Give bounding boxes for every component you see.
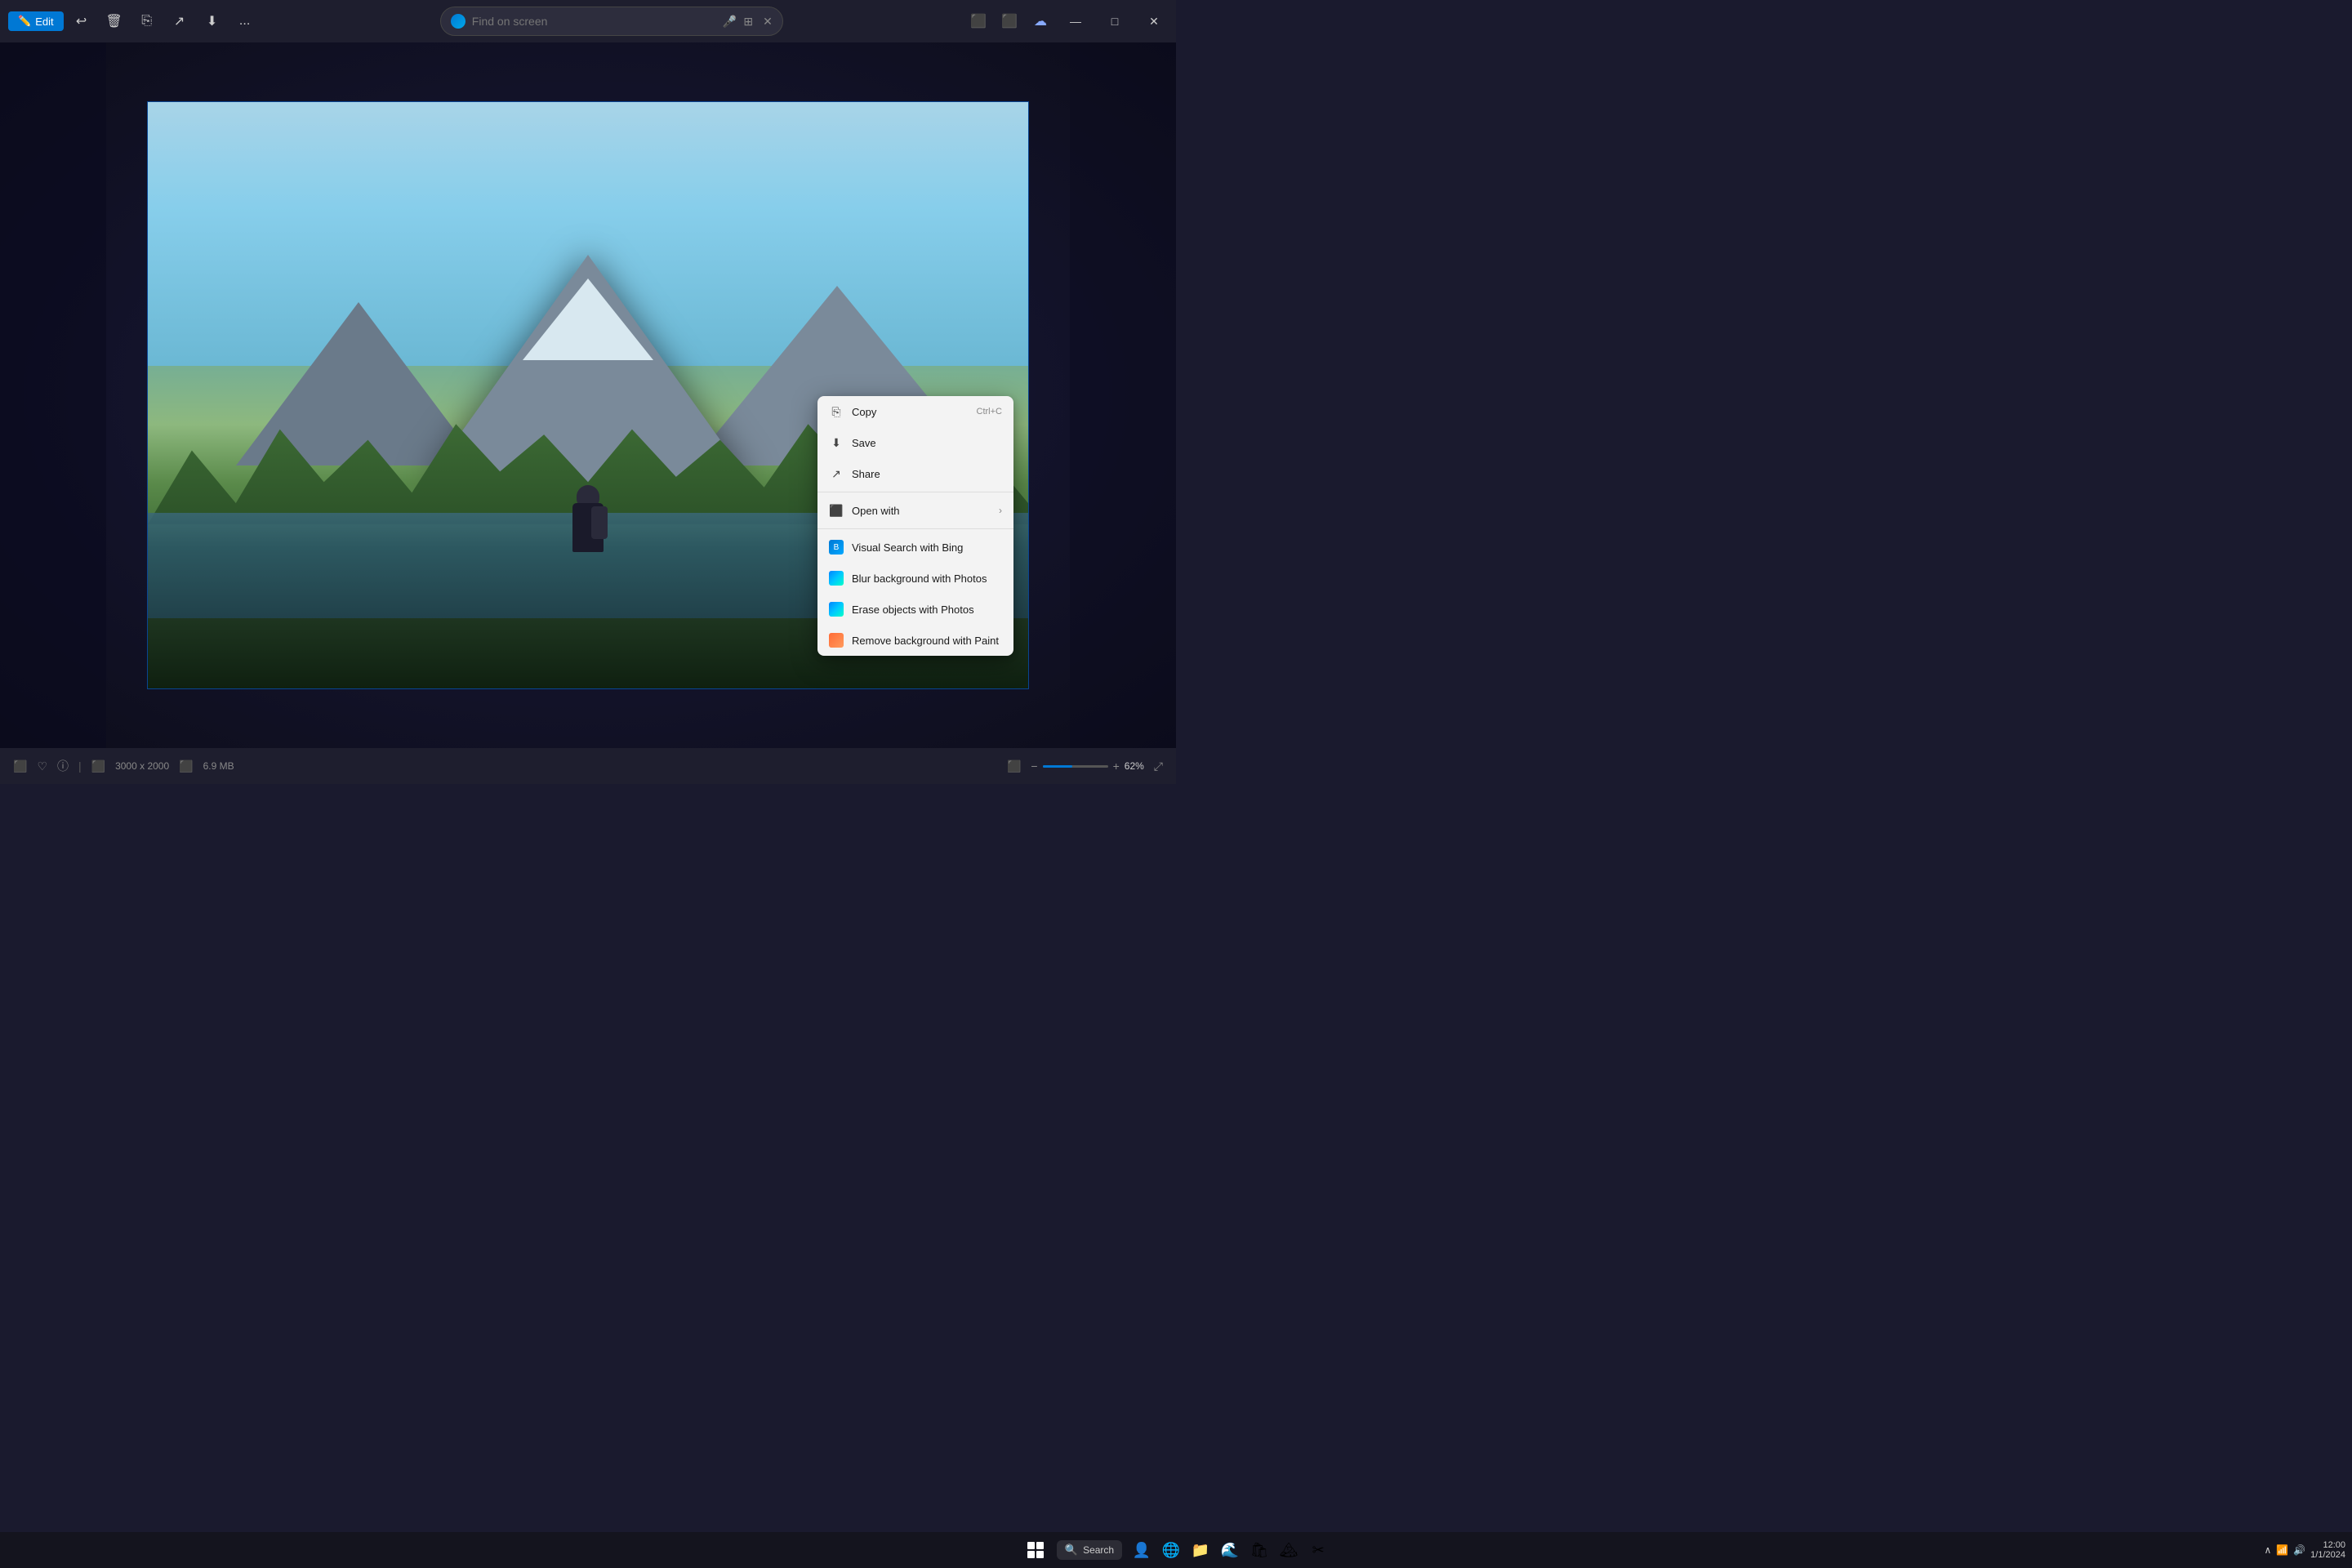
statusbar: ⬛ ♡ ⓘ | ⬛ 3000 x 2000 ⬛ 6.9 MB ⬛ − + 62%… xyxy=(0,748,1176,784)
person-silhouette xyxy=(564,485,612,583)
network-icon[interactable]: 📶 xyxy=(2276,1544,2288,1556)
zoom-out-button[interactable]: − xyxy=(1031,760,1037,773)
time-display[interactable]: 12:00 1/1/2024 xyxy=(2310,1540,2345,1560)
favorite-icon: ♡ xyxy=(37,760,47,773)
dimension-icon: ⬛ xyxy=(91,760,105,773)
minimize-button[interactable]: — xyxy=(1057,7,1094,36)
submenu-arrow-icon: › xyxy=(999,505,1002,516)
context-menu-open-with[interactable]: ⬛ Open with › xyxy=(817,495,1013,526)
left-overlay xyxy=(0,42,106,748)
photos-blur-icon xyxy=(829,571,844,586)
taskbar-edge-icon[interactable]: 🌊 xyxy=(1217,1537,1243,1563)
context-menu-erase-objects[interactable]: Erase objects with Photos xyxy=(817,594,1013,625)
mic-icon[interactable]: 🎤 xyxy=(723,15,737,29)
tray-chevron[interactable]: ∧ xyxy=(2264,1544,2271,1556)
open-with-icon: ⬛ xyxy=(829,503,844,518)
edit-label: Edit xyxy=(35,16,53,28)
taskbar-apps-icon[interactable]: 🌐 xyxy=(1158,1537,1184,1563)
copy-toolbar-button[interactable]: ⎘ xyxy=(132,7,162,36)
maximize-button[interactable]: □ xyxy=(1096,7,1134,36)
start-button[interactable] xyxy=(1021,1535,1050,1565)
right-overlay xyxy=(1070,42,1176,748)
zoom-level: 62% xyxy=(1125,760,1144,772)
share-toolbar-button[interactable]: ↗ xyxy=(165,7,194,36)
file-size: 6.9 MB xyxy=(203,760,234,772)
copy-icon: ⎘ xyxy=(829,404,844,419)
search-bar[interactable]: 🎤 ⊞ ✕ xyxy=(440,7,783,36)
save-toolbar-button[interactable]: ⬇ xyxy=(198,7,227,36)
volume-icon[interactable]: 🔊 xyxy=(2293,1544,2305,1556)
context-menu-share[interactable]: ↗ Share xyxy=(817,458,1013,489)
context-menu: ⎘ Copy Ctrl+C ⬇ Save ↗ Share ⬛ Open with… xyxy=(817,396,1013,656)
taskbar-files-icon[interactable]: 📁 xyxy=(1187,1537,1214,1563)
clock-date: 1/1/2024 xyxy=(2310,1550,2345,1560)
delete-button[interactable]: 🗑 xyxy=(100,7,129,36)
app-icon xyxy=(451,14,466,29)
zoom-slider-fill xyxy=(1043,765,1072,768)
bing-icon: B xyxy=(829,540,844,555)
taskbar-right: ∧ 📶 🔊 12:00 1/1/2024 xyxy=(2264,1540,2345,1560)
view-icon[interactable]: ⬛ xyxy=(1007,760,1021,773)
remove-bg-label: Remove background with Paint xyxy=(852,635,1002,647)
share-icon: ↗ xyxy=(829,466,844,481)
search-input[interactable] xyxy=(472,15,716,28)
taskbar-search[interactable]: 🔍 Search xyxy=(1057,1540,1122,1560)
start-icon xyxy=(1027,1542,1044,1558)
titlebar-center: 🎤 ⊞ ✕ xyxy=(260,7,964,36)
collection-icon: ⬛ xyxy=(13,760,27,773)
fit-icon[interactable]: ⤢ xyxy=(1154,760,1163,773)
context-menu-remove-bg[interactable]: Remove background with Paint xyxy=(817,625,1013,656)
grid-icon[interactable]: ⊞ xyxy=(743,15,753,29)
save-label: Save xyxy=(852,437,1002,449)
context-menu-save[interactable]: ⬇ Save xyxy=(817,427,1013,458)
taskbar: 🔍 Search 👤 🌐 📁 🌊 🛍 🏔 ✂ ∧ 📶 🔊 12:00 1/1/2… xyxy=(0,1532,2352,1568)
zoom-in-button[interactable]: + xyxy=(1113,760,1120,773)
context-menu-copy[interactable]: ⎘ Copy Ctrl+C xyxy=(817,396,1013,427)
clock-time: 12:00 xyxy=(2310,1540,2345,1550)
taskbar-search-label: Search xyxy=(1083,1544,1114,1556)
titlebar-left: ✏️ Edit ↩ 🗑 ⎘ ↗ ⬇ ... xyxy=(0,7,260,36)
person-backpack xyxy=(591,506,608,539)
search-close-button[interactable]: ✕ xyxy=(763,15,773,29)
taskbar-photos-taskbar-icon[interactable]: 🏔 xyxy=(1276,1537,1302,1563)
more-toolbar-button[interactable]: ... xyxy=(230,7,260,36)
save-icon: ⬇ xyxy=(829,435,844,450)
zoom-control: − + 62% xyxy=(1031,760,1143,773)
apps-button[interactable]: ⬛ xyxy=(995,7,1024,36)
titlebar: ✏️ Edit ↩ 🗑 ⎘ ↗ ⬇ ... 🎤 ⊞ ✕ ⬛ ⬛ ☁ — □ ✕ xyxy=(0,0,1176,42)
statusbar-right: ⬛ − + 62% ⤢ xyxy=(1007,760,1163,773)
cloud-button[interactable]: ☁ xyxy=(1026,7,1055,36)
filesize-icon: ⬛ xyxy=(179,760,193,773)
visual-search-label: Visual Search with Bing xyxy=(852,541,1002,554)
close-button[interactable]: ✕ xyxy=(1135,7,1173,36)
zoom-slider[interactable] xyxy=(1043,765,1108,768)
menu-separator-2 xyxy=(817,528,1013,529)
photos-erase-icon xyxy=(829,602,844,617)
mountain-snow xyxy=(523,278,653,360)
copy-label: Copy xyxy=(852,406,969,418)
copy-shortcut: Ctrl+C xyxy=(977,407,1002,416)
taskbar-store-icon[interactable]: 🛍 xyxy=(1246,1537,1272,1563)
info-icon: ⓘ xyxy=(57,758,69,774)
edit-button[interactable]: ✏️ Edit xyxy=(8,11,64,31)
share-label: Share xyxy=(852,468,1002,480)
context-menu-blur-bg[interactable]: Blur background with Photos xyxy=(817,563,1013,594)
open-with-label: Open with xyxy=(852,505,991,517)
titlebar-right: ⬛ ⬛ ☁ — □ ✕ xyxy=(964,7,1176,36)
color-filter-button[interactable]: ⬛ xyxy=(964,7,993,36)
undo-button[interactable]: ↩ xyxy=(67,7,96,36)
statusbar-left: ⬛ ♡ ⓘ | ⬛ 3000 x 2000 ⬛ 6.9 MB xyxy=(13,758,1007,774)
status-divider-1: | xyxy=(78,760,82,773)
paint-icon xyxy=(829,633,844,648)
main-content: ⎘ Copy Ctrl+C ⬇ Save ↗ Share ⬛ Open with… xyxy=(0,42,1176,748)
image-dimensions: 3000 x 2000 xyxy=(115,760,169,772)
blur-bg-label: Blur background with Photos xyxy=(852,572,1002,585)
taskbar-snippingtool-icon[interactable]: ✂ xyxy=(1305,1537,1331,1563)
taskbar-people-icon[interactable]: 👤 xyxy=(1129,1537,1155,1563)
erase-objects-label: Erase objects with Photos xyxy=(852,604,1002,616)
image-container: ⎘ Copy Ctrl+C ⬇ Save ↗ Share ⬛ Open with… xyxy=(147,101,1029,689)
taskbar-search-icon: 🔍 xyxy=(1065,1544,1078,1557)
context-menu-visual-search[interactable]: B Visual Search with Bing xyxy=(817,532,1013,563)
